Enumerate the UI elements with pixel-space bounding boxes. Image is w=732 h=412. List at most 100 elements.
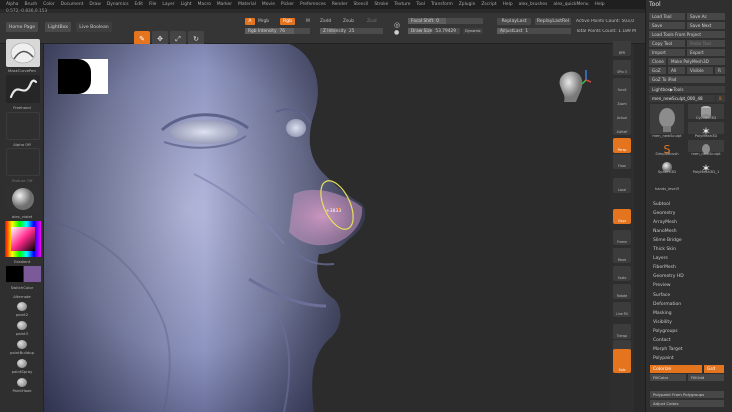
load-tool-button[interactable]: Load Tool xyxy=(649,13,685,20)
menu-item[interactable]: Light xyxy=(181,2,192,7)
tool-thumb-polymesh1[interactable]: ✶ xyxy=(688,158,724,175)
viewport-canvas[interactable]: +3833 xyxy=(44,44,610,412)
menu-item[interactable]: Help xyxy=(595,2,605,7)
shelf-bpr-button[interactable]: BPR xyxy=(613,41,631,56)
copy-tool-button[interactable]: Copy Tool xyxy=(649,40,685,47)
subpalette-geometry-hd[interactable]: Geometry HD xyxy=(650,273,724,281)
m-button[interactable]: M xyxy=(306,19,310,24)
shelf-persp-button[interactable]: Persp xyxy=(613,138,631,153)
shelf-line-fill-button[interactable]: Line Fill xyxy=(613,302,631,317)
adjust-colors-button[interactable]: Adjust Colors xyxy=(650,400,724,407)
subpalette-contact[interactable]: Contact xyxy=(650,337,724,345)
menu-item[interactable]: Zplugin xyxy=(459,2,476,7)
adjust-last-slider[interactable]: AdjustLast 1 xyxy=(497,28,571,34)
menu-item[interactable]: Movie xyxy=(262,2,275,7)
subpalette-morph-target[interactable]: Morph Target xyxy=(650,346,724,354)
paint-brush-icon[interactable] xyxy=(17,378,27,387)
paint-brush-icon[interactable] xyxy=(17,302,27,311)
subpalette-preview[interactable]: Preview xyxy=(650,282,724,290)
main-color-swatch[interactable] xyxy=(6,266,23,282)
subpalette-polypaint[interactable]: Polypaint xyxy=(650,355,724,363)
a-toggle[interactable]: A xyxy=(245,18,255,25)
menu-item[interactable]: Render xyxy=(332,2,348,7)
menu-item[interactable]: Stroke xyxy=(374,2,388,7)
menu-item[interactable]: Tool xyxy=(416,2,425,7)
menu-item[interactable]: Picker xyxy=(281,2,294,7)
subpalette-layers[interactable]: Layers xyxy=(650,255,724,263)
live-boolean-button[interactable]: Live Boolean xyxy=(76,22,112,32)
shelf-transp-button[interactable]: Transp xyxy=(613,324,631,339)
load-tools-from-project-button[interactable]: Load Tools From Project xyxy=(649,31,725,38)
tool-palette-title[interactable]: Tool xyxy=(649,1,661,8)
shelf-floor-button[interactable]: Floor xyxy=(613,154,631,169)
menu-item[interactable]: Brush xyxy=(24,2,37,7)
subpalette-geometry[interactable]: Geometry xyxy=(650,209,724,217)
shelf-spix-3-button[interactable]: SPix 3 xyxy=(613,60,631,75)
menu-item[interactable]: Material xyxy=(238,2,256,7)
mrgb-button[interactable]: Mrgb xyxy=(258,19,269,24)
clone-button[interactable]: Clone xyxy=(649,58,666,65)
tool-thumb-polymesh[interactable]: ✶ xyxy=(688,122,724,138)
goz-ipad-button[interactable]: GoZ To iPad xyxy=(649,76,725,83)
secondary-color-swatch[interactable] xyxy=(24,266,41,282)
brush-thumbnail[interactable] xyxy=(6,39,40,67)
tool-thumb-head2[interactable] xyxy=(688,140,724,154)
paint-brush-label[interactable]: PaintHook xyxy=(0,388,44,393)
alpha-thumbnail[interactable] xyxy=(6,112,40,140)
shelf-scale-button[interactable]: Scale xyxy=(613,266,631,281)
rgb-button[interactable]: Rgb xyxy=(280,18,295,25)
focal-shift-slider[interactable]: Focal Shift 0 xyxy=(408,18,483,24)
rgb-intensity-slider[interactable]: Rgb Intensity 76 xyxy=(245,28,310,34)
menu-item[interactable]: File xyxy=(149,2,156,7)
goz-button[interactable]: GoZ xyxy=(649,67,666,74)
menu-item[interactable]: Help xyxy=(503,2,513,7)
polypaint-from-polygroups-button[interactable]: Polypaint From Polygroups xyxy=(650,391,724,398)
make-polymesh-button[interactable]: Make PolyMesh3D xyxy=(668,58,725,65)
switch-color-button[interactable]: SwitchColor xyxy=(0,285,44,290)
texture-thumbnail[interactable] xyxy=(6,148,40,176)
save-next-button[interactable]: Save Next xyxy=(687,22,725,29)
menu-item[interactable]: Transform xyxy=(431,2,453,7)
zadd-button[interactable]: Zadd xyxy=(320,19,331,24)
z-intensity-slider[interactable]: Z Intensity 25 xyxy=(320,28,383,34)
fill-odd-button[interactable]: FillOdd xyxy=(688,374,724,381)
subpalette-subtool[interactable]: Subtool xyxy=(650,200,724,208)
subpalette-masking[interactable]: Masking xyxy=(650,309,724,317)
shelf-scroll-button[interactable]: Scroll xyxy=(613,78,631,93)
paint-brush-label[interactable]: paint3 xyxy=(0,331,44,336)
paint-brush-label[interactable]: paintBuildup xyxy=(0,350,44,355)
tool-thumb-head[interactable] xyxy=(650,104,684,134)
paste-tool-button[interactable]: Paste Tool xyxy=(687,40,725,47)
current-tool-name[interactable]: men_newSculpt_000_48 xyxy=(649,95,715,102)
menu-item[interactable]: Edit xyxy=(135,2,144,7)
grd-button[interactable]: Grd xyxy=(704,365,724,373)
menu-item[interactable]: Macro xyxy=(198,2,211,7)
subpalette-visibility[interactable]: Visibility xyxy=(650,318,724,326)
menu-item[interactable]: Stencil xyxy=(353,2,368,7)
import-button[interactable]: Import xyxy=(649,49,685,56)
paint-brush-label[interactable]: paint2 xyxy=(0,312,44,317)
tool-thumb-sphere[interactable] xyxy=(650,158,684,172)
menu-item[interactable]: Marker xyxy=(217,2,232,7)
menu-item[interactable]: Dynamics xyxy=(107,2,129,7)
lightbox-button[interactable]: LightBox xyxy=(45,22,71,32)
replay-last-button[interactable]: ReplayLast xyxy=(497,18,531,25)
subpalette-arraymesh[interactable]: ArrayMesh xyxy=(650,218,724,226)
alternate-label[interactable]: Alternate xyxy=(0,294,44,299)
replay-last-rel-button[interactable]: ReplayLastRel xyxy=(535,18,571,25)
menu-item[interactable]: Draw xyxy=(89,2,100,7)
subpalette-fibermesh[interactable]: FiberMesh xyxy=(650,264,724,272)
zsub-button[interactable]: Zsub xyxy=(343,19,354,24)
shelf-actual-button[interactable]: Actual xyxy=(613,106,631,121)
lightbox-tools-button[interactable]: Lightbox▶Tools xyxy=(649,86,725,93)
shelf-move-button[interactable]: Move xyxy=(613,248,631,263)
subpalette-nanomesh[interactable]: NanoMesh xyxy=(650,227,724,235)
subpalette-slime-bridge[interactable]: Slime Bridge xyxy=(650,236,724,244)
dynamic-button[interactable]: Dynamic xyxy=(463,28,483,34)
menu-item[interactable]: Texture xyxy=(394,2,410,7)
material-thumbnail[interactable] xyxy=(6,185,40,213)
menu-item[interactable]: Zscript xyxy=(481,2,496,7)
save-button[interactable]: Save xyxy=(649,22,685,29)
paint-brush-icon[interactable] xyxy=(17,340,27,349)
colorize-button[interactable]: Colorize xyxy=(650,365,702,373)
